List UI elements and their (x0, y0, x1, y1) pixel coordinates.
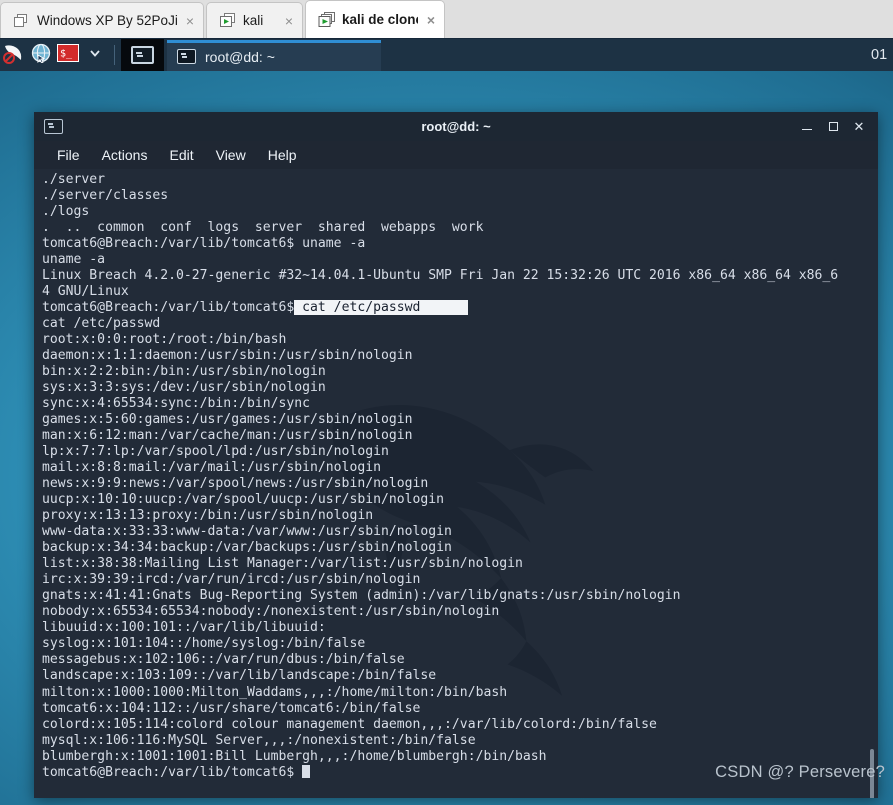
launcher-chevron-button[interactable] (81, 40, 108, 70)
terminal-cursor (302, 764, 311, 778)
window-controls: ✕ (794, 114, 872, 140)
close-button[interactable]: ✕ (846, 114, 872, 140)
kali-menu-button[interactable] (0, 40, 27, 70)
maximize-button[interactable] (820, 114, 846, 140)
vm-play-icon (318, 11, 335, 28)
chevron-down-icon (88, 46, 102, 65)
kali-menu-icon (2, 42, 25, 69)
vmware-tab-windows-xp[interactable]: Windows XP By 52PoJie × (0, 2, 204, 38)
kali-taskbar: $_ root@dd: ~ 01 (0, 38, 893, 72)
kali-desktop: root@dd: ~ ✕ File Actions Edit View Help (0, 71, 893, 805)
svg-text:$_: $_ (60, 48, 73, 59)
window-stack-icon (13, 12, 30, 29)
terminal-titlebar[interactable]: root@dd: ~ ✕ (34, 112, 878, 141)
minimize-button[interactable] (794, 114, 820, 140)
terminal-selection: cat /etc/passwd (294, 300, 468, 316)
menu-actions[interactable]: Actions (91, 144, 159, 166)
menu-view[interactable]: View (205, 144, 257, 166)
terminal-icon (44, 119, 63, 134)
show-desktop-icon (131, 46, 154, 64)
taskbar-item-terminal[interactable]: root@dd: ~ (167, 39, 381, 71)
vm-play-icon (219, 12, 236, 29)
minimize-icon (802, 128, 812, 131)
globe-icon (31, 43, 51, 68)
terminal-window-icon (177, 49, 196, 64)
web-browser-button[interactable] (27, 40, 54, 70)
vmware-tab-kali-de-clone[interactable]: kali de clone × (305, 0, 445, 38)
terminal-launcher-button[interactable]: $_ (54, 40, 81, 70)
taskbar-clock[interactable]: 01 (871, 47, 893, 63)
close-icon[interactable]: × (425, 13, 435, 27)
taskbar-divider (114, 45, 115, 65)
close-icon[interactable]: × (184, 14, 194, 28)
close-icon[interactable]: × (283, 14, 293, 28)
maximize-icon (828, 122, 838, 131)
vmware-tab-label: kali de clone (342, 12, 418, 27)
terminal-icon: $_ (56, 43, 79, 67)
vmware-tab-strip: Windows XP By 52PoJie × kali × kali de c… (0, 0, 893, 38)
vmware-tab-label: Windows XP By 52PoJie (37, 13, 177, 28)
terminal-menubar: File Actions Edit View Help (34, 141, 878, 169)
terminal-window-title: root@dd: ~ (421, 119, 491, 134)
menu-edit[interactable]: Edit (158, 144, 204, 166)
taskbar-item-label: root@dd: ~ (205, 48, 275, 65)
terminal-text-content: ./server ./server/classes ./logs. .. commo… (42, 172, 839, 780)
terminal-window: root@dd: ~ ✕ File Actions Edit View Help (34, 112, 878, 798)
show-desktop-button[interactable] (121, 38, 164, 72)
menu-file[interactable]: File (46, 144, 91, 166)
vmware-tab-label: kali (243, 13, 264, 28)
menu-help[interactable]: Help (257, 144, 308, 166)
csdn-watermark: CSDN @? Persevere? (715, 763, 885, 781)
terminal-output-area[interactable]: ./server ./server/classes ./logs. .. commo… (34, 169, 878, 798)
vmware-tab-kali[interactable]: kali × (206, 2, 303, 38)
